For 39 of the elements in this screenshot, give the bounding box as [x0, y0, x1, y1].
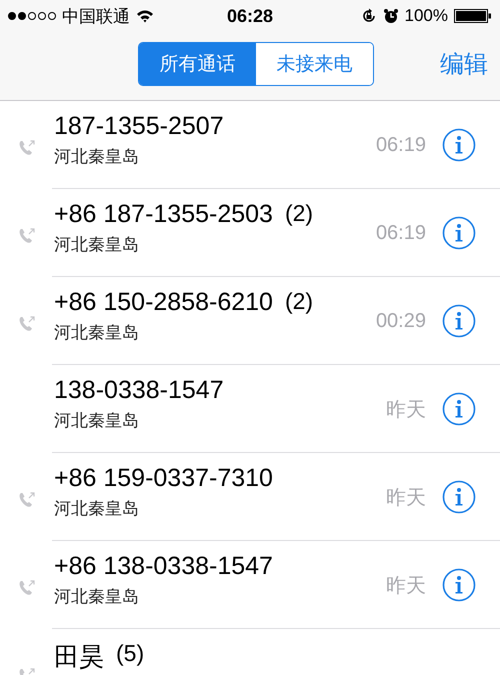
call-time: 昨天: [385, 486, 426, 510]
info-icon[interactable]: [442, 568, 476, 602]
caller-name: 138-0338-1547: [54, 376, 224, 405]
caller-name: 田昊: [54, 642, 104, 673]
segment-tab[interactable]: 所有通话: [139, 43, 256, 85]
caller-location: 河北秦皇岛: [54, 410, 140, 432]
caller-name: +86 159-0337-7310: [54, 464, 273, 493]
call-time: 昨天: [385, 574, 426, 598]
call-time: 00:29: [374, 310, 426, 332]
caller-location: 河北秦皇岛: [54, 322, 140, 344]
caller-name: +86 138-0338-1547: [54, 552, 273, 581]
caller-location: 河北秦皇岛: [54, 498, 140, 520]
battery-icon: [454, 8, 492, 24]
caller-location: 河北秦皇岛: [54, 234, 140, 256]
info-icon[interactable]: [442, 128, 476, 162]
call-time: 06:19: [374, 222, 426, 244]
wifi-icon: [136, 9, 154, 23]
alarm-icon: [382, 8, 398, 24]
signal-icon: [8, 12, 56, 20]
call-time: 昨天: [385, 398, 426, 422]
info-icon[interactable]: [442, 480, 476, 514]
status-time: 06:28: [226, 6, 274, 26]
caller-name: 187-1355-2507: [54, 112, 224, 141]
edit-button[interactable]: 编辑: [440, 48, 488, 80]
caller-location: 河北秦皇岛: [54, 586, 140, 608]
battery-percent: 100%: [404, 6, 448, 26]
caller-name: +86 187-1355-2503: [54, 200, 273, 229]
caller-location: 河北秦皇岛: [54, 146, 140, 168]
rotation-lock-icon: [360, 8, 376, 24]
info-icon[interactable]: [442, 216, 476, 250]
call-count: (2): [284, 200, 314, 228]
call-time: 06:19: [374, 134, 426, 156]
segment-tab[interactable]: 未接来电: [256, 43, 373, 85]
call-count: (2): [284, 288, 314, 316]
call-count: (5): [116, 640, 144, 668]
info-icon[interactable]: [442, 304, 476, 338]
info-icon[interactable]: [442, 392, 476, 426]
caller-name: +86 150-2858-6210: [54, 288, 273, 317]
carrier-name: 中国联通: [62, 6, 130, 28]
